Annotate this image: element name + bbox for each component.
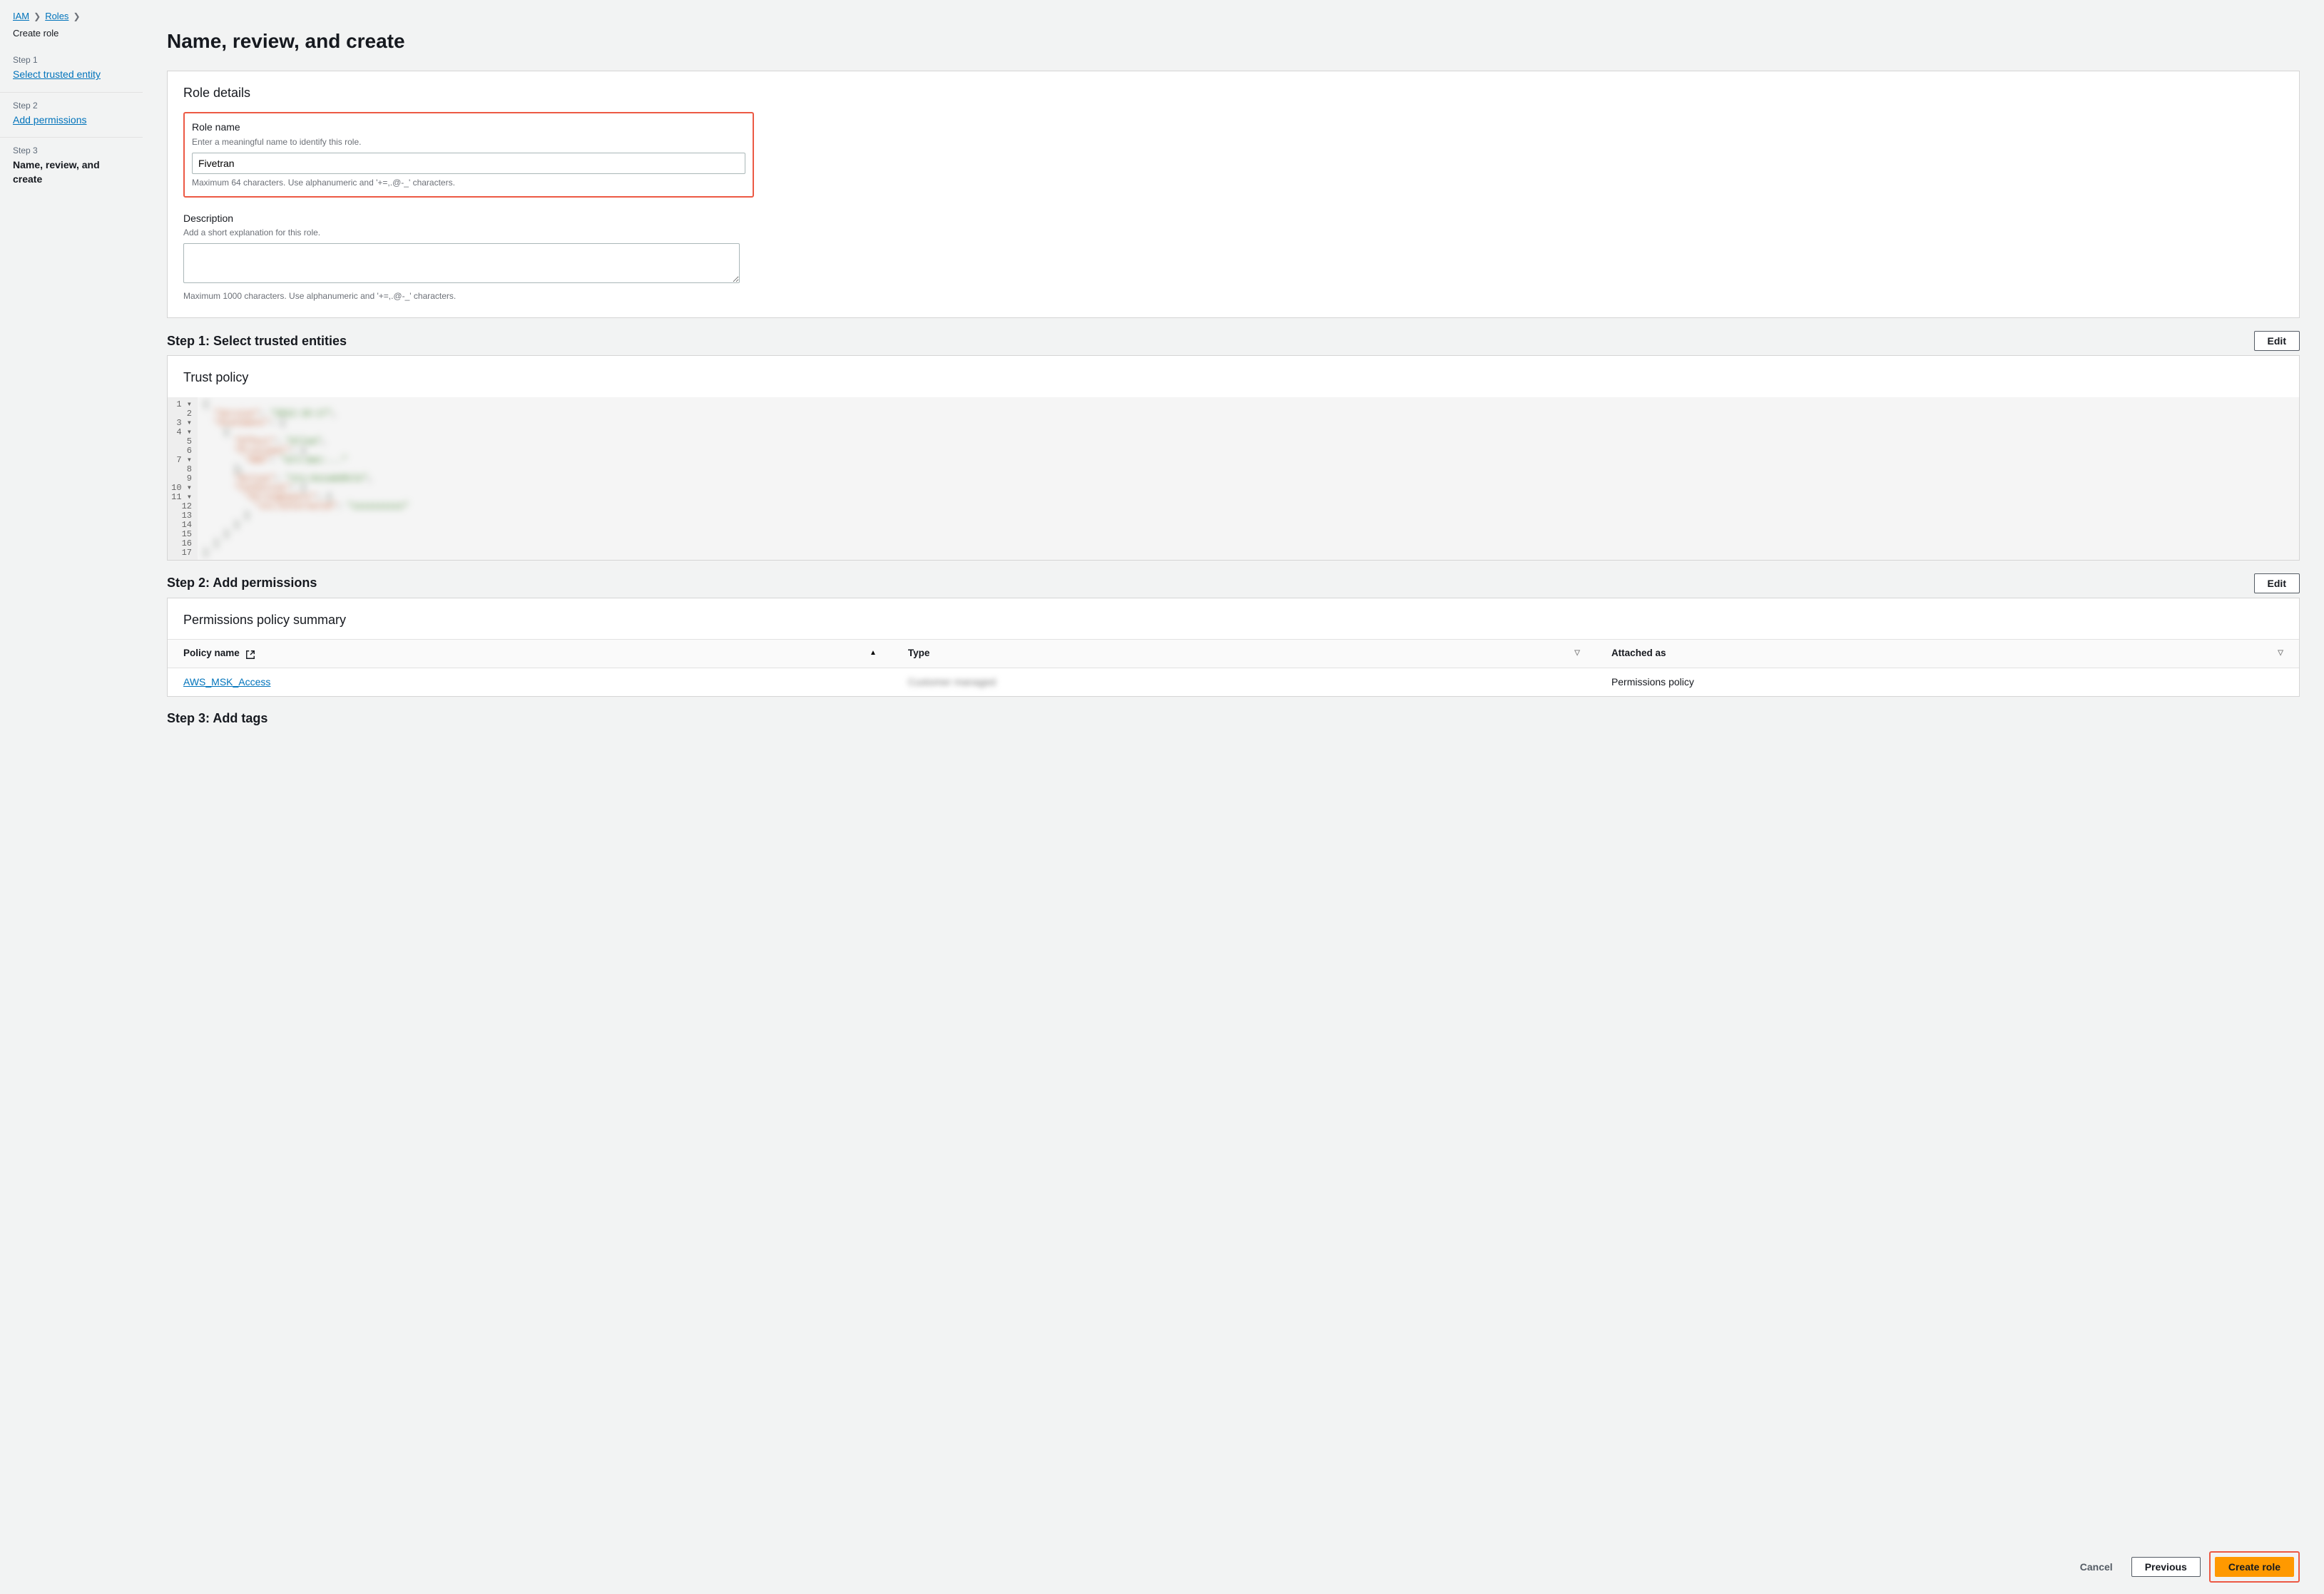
step2-heading: Step 2: Add permissions xyxy=(167,574,317,592)
wizard-step-2[interactable]: Step 2 Add permissions xyxy=(0,93,143,138)
col-type[interactable]: Type ▽ xyxy=(892,639,1596,668)
description-textarea[interactable] xyxy=(183,243,740,283)
permissions-table: Policy name ▲ Type ▽ xyxy=(168,639,2299,696)
col-policy-name[interactable]: Policy name ▲ xyxy=(168,639,892,668)
step-number: Step 1 xyxy=(13,54,130,66)
trust-policy-editor: 1 ▾ 2 3 ▾ 4 ▾ 5 6 7 ▾ 8 9 10 ▾ 11 ▾ 12 1… xyxy=(168,397,2299,560)
step-number: Step 2 xyxy=(13,100,130,112)
table-row: AWS_MSK_Access Customer managed Permissi… xyxy=(168,668,2299,696)
step-current-label: Name, review, and create xyxy=(13,158,130,186)
edit-trusted-entities-button[interactable]: Edit xyxy=(2254,331,2300,351)
step1-heading: Step 1: Select trusted entities xyxy=(167,332,347,350)
role-name-label: Role name xyxy=(192,121,745,135)
chevron-right-icon: ❯ xyxy=(73,11,80,23)
wizard-step-1[interactable]: Step 1 Select trusted entity xyxy=(0,47,143,92)
create-role-highlight: Create role xyxy=(2209,1551,2300,1583)
footer-actions: Cancel Previous Create role xyxy=(0,1541,2324,1594)
panel-title: Permissions policy summary xyxy=(168,598,2299,639)
chevron-right-icon: ❯ xyxy=(34,11,41,23)
edit-permissions-button[interactable]: Edit xyxy=(2254,573,2300,593)
step-number: Step 3 xyxy=(13,145,130,157)
step-link-trusted-entity[interactable]: Select trusted entity xyxy=(13,68,101,80)
policy-type: Customer managed xyxy=(908,676,996,688)
line-number-gutter: 1 ▾ 2 3 ▾ 4 ▾ 5 6 7 ▾ 8 9 10 ▾ 11 ▾ 12 1… xyxy=(168,397,198,560)
step2-header-bar: Step 2: Add permissions Edit xyxy=(167,573,2300,593)
main-content: Name, review, and create Role details Ro… xyxy=(143,0,2324,1594)
create-role-button[interactable]: Create role xyxy=(2215,1557,2294,1577)
sort-icon: ▽ xyxy=(2278,648,2283,658)
trust-policy-panel: Trust policy 1 ▾ 2 3 ▾ 4 ▾ 5 6 7 ▾ 8 9 1… xyxy=(167,355,2300,560)
step-link-add-permissions[interactable]: Add permissions xyxy=(13,114,87,126)
wizard-step-3: Step 3 Name, review, and create xyxy=(0,138,143,196)
sort-icon: ▽ xyxy=(1574,648,1580,658)
cancel-button[interactable]: Cancel xyxy=(2070,1558,2123,1576)
role-details-panel: Role details Role name Enter a meaningfu… xyxy=(167,71,2300,318)
breadcrumb: IAM ❯ Roles ❯ Create role xyxy=(0,10,143,47)
description-label: Description xyxy=(183,212,740,226)
panel-title: Trust policy xyxy=(168,356,2299,397)
description-constraint: Maximum 1000 characters. Use alphanumeri… xyxy=(183,290,740,302)
permissions-panel: Permissions policy summary Policy name ▲ xyxy=(167,598,2300,698)
external-link-icon xyxy=(245,650,255,660)
col-attached-as[interactable]: Attached as ▽ xyxy=(1596,639,2299,668)
step3-heading: Step 3: Add tags xyxy=(167,710,267,727)
role-name-input[interactable] xyxy=(192,153,745,174)
breadcrumb-iam[interactable]: IAM xyxy=(13,10,29,23)
previous-button[interactable]: Previous xyxy=(2131,1557,2201,1577)
sort-asc-icon: ▲ xyxy=(870,648,877,658)
role-name-help: Enter a meaningful name to identify this… xyxy=(192,136,745,148)
page-title: Name, review, and create xyxy=(167,27,2300,55)
description-help: Add a short explanation for this role. xyxy=(183,227,740,239)
step3-header-bar: Step 3: Add tags xyxy=(167,710,2300,727)
role-name-highlight: Role name Enter a meaningful name to ide… xyxy=(183,112,754,197)
step1-header-bar: Step 1: Select trusted entities Edit xyxy=(167,331,2300,351)
policy-link[interactable]: AWS_MSK_Access xyxy=(183,676,270,688)
breadcrumb-current: Create role xyxy=(13,27,58,40)
sidebar: IAM ❯ Roles ❯ Create role Step 1 Select … xyxy=(0,0,143,1594)
breadcrumb-roles[interactable]: Roles xyxy=(45,10,68,23)
panel-title: Role details xyxy=(168,71,2299,112)
policy-attached-as: Permissions policy xyxy=(1611,676,1694,688)
code-blurred: { "Version": "2012-10-17", "Statement": … xyxy=(198,397,2299,560)
role-name-constraint: Maximum 64 characters. Use alphanumeric … xyxy=(192,177,745,189)
